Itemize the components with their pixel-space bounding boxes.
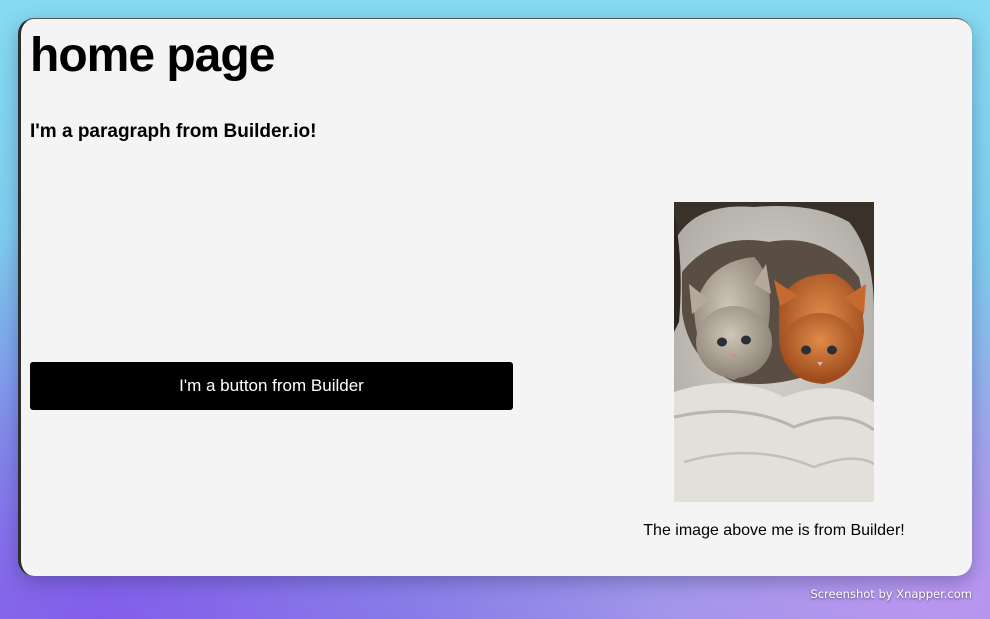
browser-window: home page I'm a paragraph from Builder.i… [18,18,972,576]
builder-button[interactable]: I'm a button from Builder [30,362,513,410]
watermark-text: Screenshot by Xnapper.com [810,587,972,601]
page-title: home page [30,29,275,82]
image-caption: The image above me is from Builder! [643,522,905,539]
intro-paragraph: I'm a paragraph from Builder.io! [30,121,317,142]
kittens-image [674,202,874,502]
